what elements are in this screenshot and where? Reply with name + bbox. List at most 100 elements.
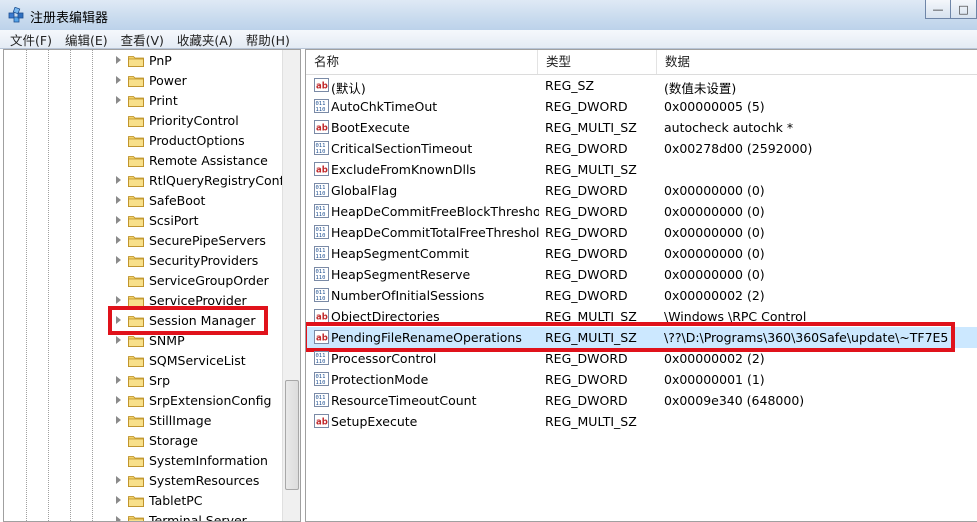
tree-item[interactable]: SNMP bbox=[4, 331, 284, 351]
expand-arrow-icon[interactable] bbox=[116, 416, 121, 424]
title-bar[interactable]: 注册表编辑器 — □ bbox=[0, 0, 977, 30]
tree-item[interactable]: Srp bbox=[4, 371, 284, 391]
binary-value-icon: 011 110 bbox=[314, 351, 329, 365]
tree-item[interactable]: Power bbox=[4, 71, 284, 91]
tree-item[interactable]: SecurityProviders bbox=[4, 251, 284, 271]
expand-arrow-icon[interactable] bbox=[116, 496, 121, 504]
value-name: ProcessorControl bbox=[331, 351, 437, 366]
tree-item-label: SNMP bbox=[149, 333, 185, 348]
value-row[interactable]: 011 110 ProtectionMode REG_DWORD 0x00000001 … bbox=[306, 369, 977, 390]
value-row[interactable]: 011 110 GlobalFlag REG_DWORD 0x00000000 (0) bbox=[306, 180, 977, 201]
expand-arrow-icon[interactable] bbox=[116, 376, 121, 384]
tree-item[interactable]: SQMServiceList bbox=[4, 351, 284, 371]
menu-file[interactable]: 文件(F) bbox=[10, 30, 52, 49]
tree-item-label: Print bbox=[149, 93, 178, 108]
menu-favorites[interactable]: 收藏夹(A) bbox=[177, 30, 233, 49]
binary-value-icon: 011 110 bbox=[314, 372, 329, 386]
value-name: ExcludeFromKnownDlls bbox=[331, 162, 476, 177]
tree-item[interactable]: Remote Assistance bbox=[4, 151, 284, 171]
tree-item-label: SrpExtensionConfig bbox=[149, 393, 272, 408]
tree-item-label: Srp bbox=[149, 373, 171, 388]
tree-scrollbar[interactable] bbox=[282, 50, 300, 521]
column-header-name[interactable]: 名称 bbox=[306, 50, 538, 74]
tree-item-label: SecurePipeServers bbox=[149, 233, 266, 248]
expand-arrow-icon[interactable] bbox=[116, 96, 121, 104]
value-data: 0x00000000 (0) bbox=[664, 267, 765, 282]
tree-item[interactable]: SystemResources bbox=[4, 471, 284, 491]
expand-arrow-icon[interactable] bbox=[116, 296, 121, 304]
tree-item[interactable]: SystemInformation bbox=[4, 451, 284, 471]
folder-icon bbox=[128, 514, 144, 521]
tree-item[interactable]: TabletPC bbox=[4, 491, 284, 511]
value-row[interactable]: 011 110 HeapSegmentReserve REG_DWORD 0x00000… bbox=[306, 264, 977, 285]
tree-item[interactable]: PriorityControl bbox=[4, 111, 284, 131]
expand-arrow-icon[interactable] bbox=[116, 196, 121, 204]
tree-item[interactable]: SecurePipeServers bbox=[4, 231, 284, 251]
tree-item[interactable]: ServiceGroupOrder bbox=[4, 271, 284, 291]
column-header-type[interactable]: 类型 bbox=[538, 50, 657, 74]
tree-item[interactable]: StillImage bbox=[4, 411, 284, 431]
folder-icon bbox=[128, 414, 144, 427]
tree-item[interactable]: ProductOptions bbox=[4, 131, 284, 151]
value-name: SetupExecute bbox=[331, 414, 418, 429]
value-list-pane[interactable]: 名称 类型 数据 ab (默认) REG_SZ (数值未设置) 011 110 AutoCh… bbox=[305, 49, 977, 522]
expand-arrow-icon[interactable] bbox=[116, 476, 121, 484]
value-row[interactable]: 011 110 HeapSegmentCommit REG_DWORD 0x000000… bbox=[306, 243, 977, 264]
menu-edit[interactable]: 编辑(E) bbox=[65, 30, 108, 49]
column-header-data[interactable]: 数据 bbox=[657, 50, 977, 74]
expand-arrow-icon[interactable] bbox=[116, 396, 121, 404]
value-row[interactable]: ab SetupExecute REG_MULTI_SZ bbox=[306, 411, 977, 432]
expand-arrow-icon[interactable] bbox=[116, 76, 121, 84]
maximize-button[interactable]: □ bbox=[951, 0, 977, 19]
value-name: HeapSegmentCommit bbox=[331, 246, 470, 261]
expand-arrow-icon[interactable] bbox=[116, 56, 121, 64]
minimize-button[interactable]: — bbox=[925, 0, 951, 19]
tree-item[interactable]: SafeBoot bbox=[4, 191, 284, 211]
string-value-icon: ab bbox=[314, 78, 329, 92]
value-type: REG_DWORD bbox=[545, 141, 628, 156]
value-row[interactable]: 011 110 ResourceTimeoutCount REG_DWORD 0x000… bbox=[306, 390, 977, 411]
expand-arrow-icon[interactable] bbox=[116, 216, 121, 224]
tree-item[interactable]: PnP bbox=[4, 51, 284, 71]
tree-scrollbar-thumb[interactable] bbox=[285, 380, 299, 490]
tree-item[interactable]: SrpExtensionConfig bbox=[4, 391, 284, 411]
svg-text:110: 110 bbox=[316, 149, 326, 155]
value-row[interactable]: ab (默认) REG_SZ (数值未设置) bbox=[306, 75, 977, 96]
value-row[interactable]: 011 110 HeapDeCommitTotalFreeThreshold REG_… bbox=[306, 222, 977, 243]
tree-item[interactable]: RtlQueryRegistryConfig bbox=[4, 171, 295, 191]
folder-icon bbox=[128, 234, 144, 247]
value-type: REG_MULTI_SZ bbox=[545, 414, 637, 429]
menu-help[interactable]: 帮助(H) bbox=[246, 30, 290, 49]
svg-text:110: 110 bbox=[316, 275, 326, 281]
folder-icon bbox=[128, 494, 144, 507]
value-type: REG_DWORD bbox=[545, 267, 628, 282]
window-controls: — □ bbox=[925, 0, 977, 20]
expand-arrow-icon[interactable] bbox=[116, 236, 121, 244]
value-data: 0x00000000 (0) bbox=[664, 225, 765, 240]
expand-arrow-icon[interactable] bbox=[116, 176, 121, 184]
value-data: 0x0009e340 (648000) bbox=[664, 393, 805, 408]
tree-item[interactable]: Storage bbox=[4, 431, 284, 451]
svg-text:ab: ab bbox=[316, 82, 328, 92]
value-row[interactable]: 011 110 AutoChkTimeOut REG_DWORD 0x00000005 … bbox=[306, 96, 977, 117]
tree-item[interactable]: ScsiPort bbox=[4, 211, 284, 231]
value-row[interactable]: 011 110 CriticalSectionTimeout REG_DWORD 0x0… bbox=[306, 138, 977, 159]
expand-arrow-icon[interactable] bbox=[116, 516, 121, 521]
value-type: REG_MULTI_SZ bbox=[545, 162, 637, 177]
expand-arrow-icon[interactable] bbox=[116, 336, 121, 344]
tree-item-label: SystemResources bbox=[149, 473, 260, 488]
svg-text:110: 110 bbox=[316, 254, 326, 260]
tree-item-label: SafeBoot bbox=[149, 193, 206, 208]
tree-item[interactable]: Terminal Server bbox=[4, 511, 284, 521]
value-row[interactable]: 011 110 HeapDeCommitFreeBlockThresho... REG… bbox=[306, 201, 977, 222]
value-data: 0x00278d00 (2592000) bbox=[664, 141, 813, 156]
value-name: (默认) bbox=[331, 81, 366, 96]
tree-item[interactable]: Print bbox=[4, 91, 284, 111]
value-row[interactable]: ab ExcludeFromKnownDlls REG_MULTI_SZ bbox=[306, 159, 977, 180]
expand-arrow-icon[interactable] bbox=[116, 256, 121, 264]
menu-view[interactable]: 查看(V) bbox=[121, 30, 164, 49]
value-row[interactable]: ab BootExecute REG_MULTI_SZ autocheck autoc… bbox=[306, 117, 977, 138]
value-row[interactable]: 011 110 ProcessorControl REG_DWORD 0x0000000… bbox=[306, 348, 977, 369]
key-tree-pane[interactable]: PnP Power Print PriorityControl ProductOptio… bbox=[3, 49, 301, 522]
value-row[interactable]: 011 110 NumberOfInitialSessions REG_DWORD 0x… bbox=[306, 285, 977, 306]
